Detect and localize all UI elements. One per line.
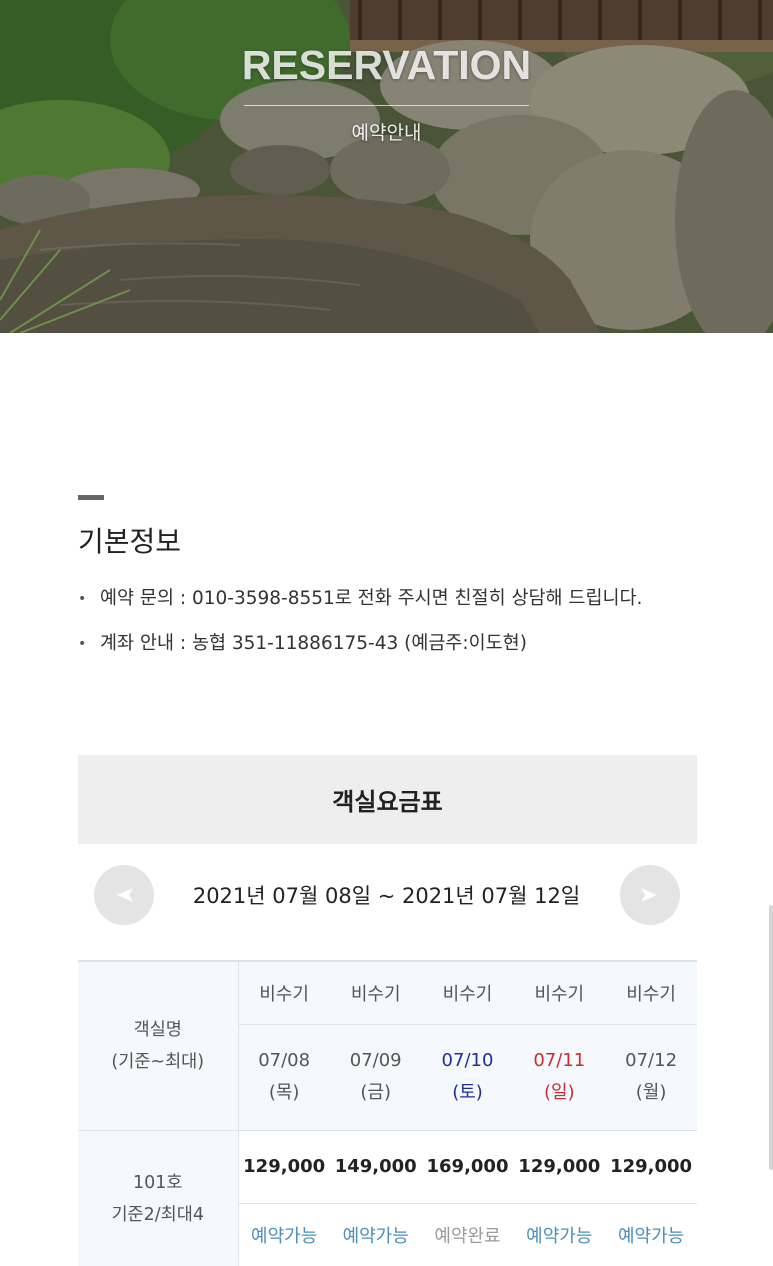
date-range-label: 2021년 07월 08일 ~ 2021년 07월 12일 <box>192 884 581 908</box>
rate-table: 객실명 (기준~최대) 비수기 비수기 비수기 비수기 비수기 07/08 (목… <box>78 960 697 1266</box>
room-column-header: 객실명 (기준~최대) <box>78 960 239 1130</box>
prev-dates-button[interactable] <box>94 865 154 925</box>
date-label: 07/09 <box>349 1050 402 1071</box>
table-row: 101호 기준2/최대4 129,000 149,000 169,000 129… <box>78 1129 697 1266</box>
room-name-cell: 101호 기준2/최대4 <box>78 1129 239 1266</box>
info-text-account: 계좌 안내 : 농협 351-11886175-43 (예금주:이도현) <box>100 633 527 654</box>
reserve-available-link[interactable]: 예약가능 <box>330 1203 422 1266</box>
date-cell: 07/12 (월) <box>605 1024 697 1130</box>
season-cell: 비수기 <box>238 960 330 1025</box>
date-label: 07/10 <box>441 1050 494 1071</box>
reserve-available-link[interactable]: 예약가능 <box>238 1203 330 1266</box>
hero-subtitle: 예약안내 <box>351 122 422 144</box>
weekday-label: (월) <box>635 1082 667 1103</box>
reserve-available-link[interactable]: 예약가능 <box>513 1203 605 1266</box>
bullet-icon: • <box>78 591 87 607</box>
season-cell: 비수기 <box>605 960 697 1025</box>
season-cell: 비수기 <box>421 960 514 1025</box>
price-cell: 129,000 <box>238 1129 330 1204</box>
info-text-inquiry: 예약 문의 : 010-3598-8551로 전화 주시면 친절히 상담해 드립… <box>100 588 643 609</box>
info-item-account: • 계좌 안내 : 농협 351-11886175-43 (예금주:이도현) <box>78 628 678 660</box>
season-cell: 비수기 <box>513 960 606 1025</box>
price-cell: 129,000 <box>605 1129 697 1204</box>
info-list: • 예약 문의 : 010-3598-8551로 전화 주시면 친절히 상담해 … <box>78 583 678 673</box>
date-cell-saturday: 07/10 (토) <box>421 1024 514 1130</box>
section-title: 기본정보 <box>78 525 182 558</box>
reserve-available-link[interactable]: 예약가능 <box>605 1203 697 1266</box>
hero-banner: RESERVATION 예약안내 <box>0 0 773 333</box>
scrollbar[interactable] <box>769 905 773 1170</box>
date-cell: 07/09 (금) <box>329 1024 422 1130</box>
info-item-inquiry: • 예약 문의 : 010-3598-8551로 전화 주시면 친절히 상담해 … <box>78 583 678 615</box>
rate-table-title: 객실요금표 <box>78 755 697 844</box>
bullet-icon: • <box>78 636 87 652</box>
date-label: 07/12 <box>625 1050 678 1071</box>
weekday-label: (금) <box>360 1082 391 1103</box>
price-cell: 149,000 <box>329 1129 422 1204</box>
table-header-row-season: 객실명 (기준~최대) 비수기 비수기 비수기 비수기 비수기 <box>78 960 697 1130</box>
room-header-line1: 객실명 <box>133 1019 182 1040</box>
room-header-line2: (기준~최대) <box>111 1051 205 1072</box>
weekday-label: (일) <box>543 1082 575 1103</box>
date-label: 07/08 <box>258 1050 311 1071</box>
date-cell-sunday: 07/11 (일) <box>513 1024 606 1130</box>
price-cell: 169,000 <box>421 1129 514 1204</box>
price-cell: 129,000 <box>513 1129 606 1204</box>
weekday-label: (목) <box>268 1082 300 1103</box>
season-cell: 비수기 <box>329 960 422 1025</box>
chevron-left-icon <box>117 888 133 902</box>
next-dates-button[interactable] <box>620 865 680 925</box>
room-name: 101호 <box>132 1172 183 1193</box>
weekday-label: (토) <box>452 1082 483 1103</box>
section-accent-bar <box>78 495 104 500</box>
hero-divider <box>244 105 529 106</box>
date-cell: 07/08 (목) <box>238 1024 330 1130</box>
hero-title: RESERVATION <box>241 42 532 88</box>
chevron-right-icon <box>641 888 657 902</box>
reserve-completed-label: 예약완료 <box>434 1226 501 1248</box>
room-capacity: 기준2/최대4 <box>111 1204 205 1225</box>
date-label: 07/11 <box>533 1050 586 1071</box>
